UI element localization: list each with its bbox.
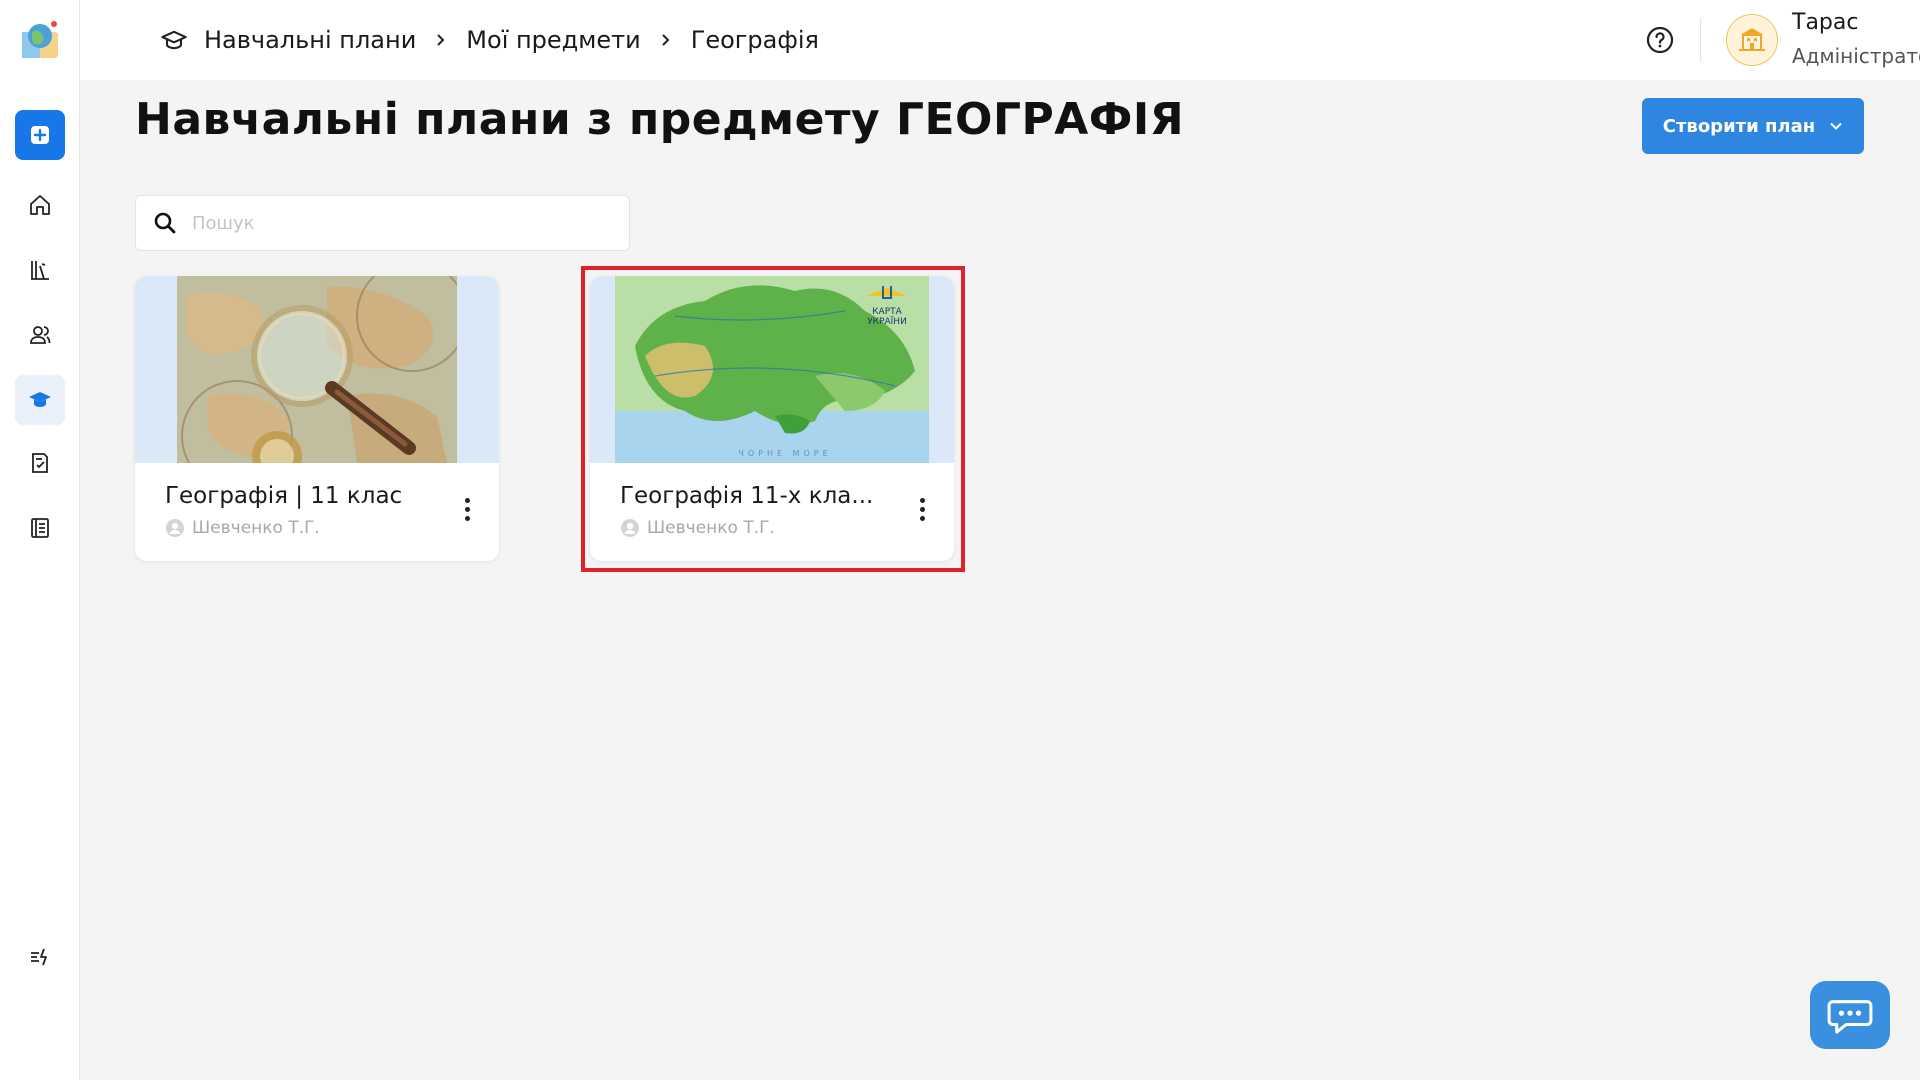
top-header: Навчальні плани Мої предмети Географія Т… — [80, 0, 1920, 80]
chevron-down-icon — [1830, 122, 1842, 130]
sidebar-item-home[interactable] — [15, 180, 65, 230]
graduation-cap-icon — [29, 392, 51, 407]
home-icon — [30, 195, 50, 215]
more-dot-icon — [464, 497, 470, 503]
sidebar — [0, 0, 80, 1080]
search-box — [135, 195, 630, 251]
sidebar-item-assignments[interactable] — [15, 438, 65, 488]
header-divider — [1700, 18, 1701, 62]
more-dot-icon — [464, 515, 470, 521]
assignment-icon — [32, 453, 48, 473]
sidebar-item-journal[interactable] — [15, 503, 65, 553]
sidebar-add-button[interactable] — [15, 110, 65, 160]
more-dot-icon — [919, 515, 925, 521]
more-dot-icon — [919, 506, 925, 512]
antique-map-image — [177, 276, 457, 463]
ukraine-map-image: КАРТА УКРАЇНИ ЧОРНЕ МОРЕ — [615, 276, 929, 463]
add-icon — [31, 126, 49, 144]
search-input[interactable] — [192, 212, 592, 234]
whats-new-icon — [31, 948, 47, 966]
sidebar-item-whats-new[interactable] — [15, 932, 65, 982]
card-author-name: Шевченко Т.Г. — [192, 518, 320, 538]
breadcrumb-item-my-subjects[interactable]: Мої предмети — [466, 26, 640, 54]
sidebar-item-curricula[interactable] — [15, 375, 65, 425]
sidebar-item-users[interactable] — [15, 310, 65, 360]
help-icon[interactable] — [1644, 24, 1676, 56]
create-plan-label: Створити план — [1662, 115, 1816, 137]
more-dot-icon — [464, 506, 470, 512]
breadcrumb: Навчальні плани Мої предмети Географія — [160, 24, 819, 56]
chevron-right-icon — [437, 34, 445, 46]
card-author-name: Шевченко Т.Г. — [647, 518, 775, 538]
breadcrumb-item-curricula[interactable]: Навчальні плани — [204, 26, 416, 54]
map-caption-ukrainy: УКРАЇНИ — [867, 316, 907, 327]
chat-button[interactable] — [1810, 981, 1890, 1049]
search-icon — [154, 212, 176, 234]
journal-icon — [31, 518, 49, 538]
user-icon — [621, 519, 639, 537]
card-author: Шевченко Т.Г. — [165, 518, 320, 538]
users-icon — [30, 326, 51, 344]
plan-card[interactable]: Географія | 11 клас Шевченко Т.Г. — [135, 276, 499, 561]
chevron-right-icon — [662, 34, 670, 46]
plan-card[interactable]: КАРТА УКРАЇНИ ЧОРНЕ МОРЕ Географія 11-х … — [590, 276, 954, 561]
card-menu-button[interactable] — [912, 494, 932, 524]
sidebar-item-library[interactable] — [15, 245, 65, 295]
breadcrumb-item-geography: Географія — [690, 26, 819, 54]
more-dot-icon — [919, 497, 925, 503]
map-sea-label: ЧОРНЕ МОРЕ — [738, 449, 831, 458]
card-author: Шевченко Т.Г. — [620, 518, 775, 538]
card-image-ukraine-map: КАРТА УКРАЇНИ ЧОРНЕ МОРЕ — [590, 276, 954, 463]
school-avatar-icon — [1739, 28, 1765, 51]
chat-icon — [1827, 1000, 1873, 1034]
create-plan-button[interactable]: Створити план — [1642, 98, 1864, 154]
card-title[interactable]: Географія | 11 клас — [165, 483, 425, 509]
user-icon — [166, 519, 184, 537]
map-caption-karta: КАРТА — [872, 307, 902, 317]
user-name[interactable]: Тарас — [1792, 10, 1858, 35]
card-menu-button[interactable] — [457, 494, 477, 524]
library-icon — [31, 261, 49, 280]
avatar[interactable] — [1726, 14, 1778, 66]
card-title[interactable]: Географія 11-х кла... — [620, 483, 880, 509]
card-image-antique-map — [135, 276, 499, 463]
graduation-cap-icon — [161, 30, 187, 50]
user-role: Адміністратор — [1792, 44, 1920, 68]
app-logo[interactable] — [18, 18, 62, 60]
page-title: Навчальні плани з предмету ГЕОГРАФІЯ — [135, 94, 1185, 145]
